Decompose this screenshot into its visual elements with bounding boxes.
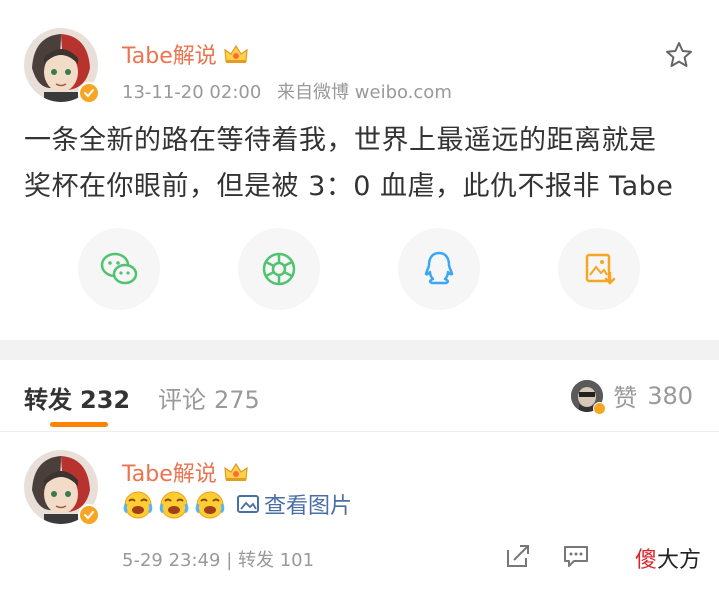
tab-likes-count: 380 [647, 381, 693, 410]
tab-likes-label: 赞 [613, 384, 638, 412]
tab-comments[interactable]: 评论 275 [158, 380, 260, 415]
crown-badge-icon [224, 44, 248, 63]
post-source: 来自微博 weibo.com [277, 82, 452, 103]
tab-likes[interactable]: 赞 380 [571, 378, 693, 415]
watermark-part2: 大方 [656, 548, 701, 573]
section-divider [0, 340, 719, 360]
repost-meta: 5-29 23:49 | 转发 101 [122, 546, 314, 572]
meta-separator: | [226, 550, 233, 571]
save-image-button[interactable] [558, 228, 640, 310]
verified-badge-icon [78, 82, 100, 104]
favorite-star-icon[interactable] [664, 40, 694, 70]
repost-username[interactable]: Tabe解说 [122, 456, 249, 488]
repost-count-label: 转发 [238, 550, 274, 571]
watermark-part1: 傻 [634, 548, 657, 573]
post-content-line: 奖杯在你眼前，但是被 3：0 血虐，此仇不报非 Tabe [24, 171, 674, 202]
qq-icon [424, 251, 454, 285]
post-author-avatar[interactable] [24, 28, 100, 104]
tab-repost-count: 232 [80, 386, 131, 414]
image-icon[interactable] [236, 493, 260, 515]
verified-badge-icon [593, 401, 607, 415]
verified-badge-icon [78, 504, 100, 526]
save-image-icon [585, 253, 616, 285]
comment-icon[interactable] [562, 542, 590, 570]
wechat-icon [100, 252, 138, 285]
post-timestamp: 13-11-20 02:00 [122, 82, 262, 103]
repost-text: 查看图片 [122, 488, 352, 520]
crying-laughing-emoji-icon [195, 491, 225, 519]
tab-comments-label: 评论 [158, 386, 206, 414]
repost-count: 101 [279, 550, 315, 571]
share-qq-button[interactable] [398, 228, 480, 310]
crying-laughing-emoji-icon [123, 491, 153, 519]
tab-comments-count: 275 [214, 386, 260, 414]
share-icon[interactable] [504, 542, 532, 570]
share-moments-button[interactable] [238, 228, 320, 310]
repost-author-avatar[interactable] [24, 450, 100, 526]
post-username-text[interactable]: Tabe解说 [122, 38, 217, 70]
tab-repost[interactable]: 转发 232 [24, 380, 130, 415]
repost-username-text[interactable]: Tabe解说 [122, 456, 217, 488]
crown-badge-icon [224, 462, 248, 481]
share-wechat-button[interactable] [78, 228, 160, 310]
view-image-link[interactable]: 查看图片 [264, 488, 352, 520]
active-tab-indicator [50, 422, 108, 427]
moments-icon [262, 252, 296, 286]
weibo-post: Tabe解说 13-11-20 02:00 来自微博 weibo.com 一条全… [0, 0, 719, 340]
post-username[interactable]: Tabe解说 [122, 38, 249, 70]
crying-laughing-emoji-icon [159, 491, 189, 519]
post-content: 一条全新的路在等待着我，世界上最遥远的距离就是 奖杯在你眼前，但是被 3：0 血… [24, 118, 704, 210]
repost-item: Tabe解说 查看图片 5-29 23:49 | 转发 101 傻大方 [0, 432, 719, 596]
repost-date: 5-29 23:49 [122, 550, 221, 571]
post-content-line: 一条全新的路在等待着我，世界上最遥远的距离就是 [24, 125, 657, 156]
liker-avatar [571, 379, 607, 415]
interaction-tabs: 转发 232 评论 275 赞 380 [0, 360, 719, 432]
post-meta: 13-11-20 02:00 来自微博 weibo.com [122, 78, 452, 104]
watermark: 傻大方 [635, 542, 701, 574]
tab-repost-label: 转发 [24, 386, 72, 414]
